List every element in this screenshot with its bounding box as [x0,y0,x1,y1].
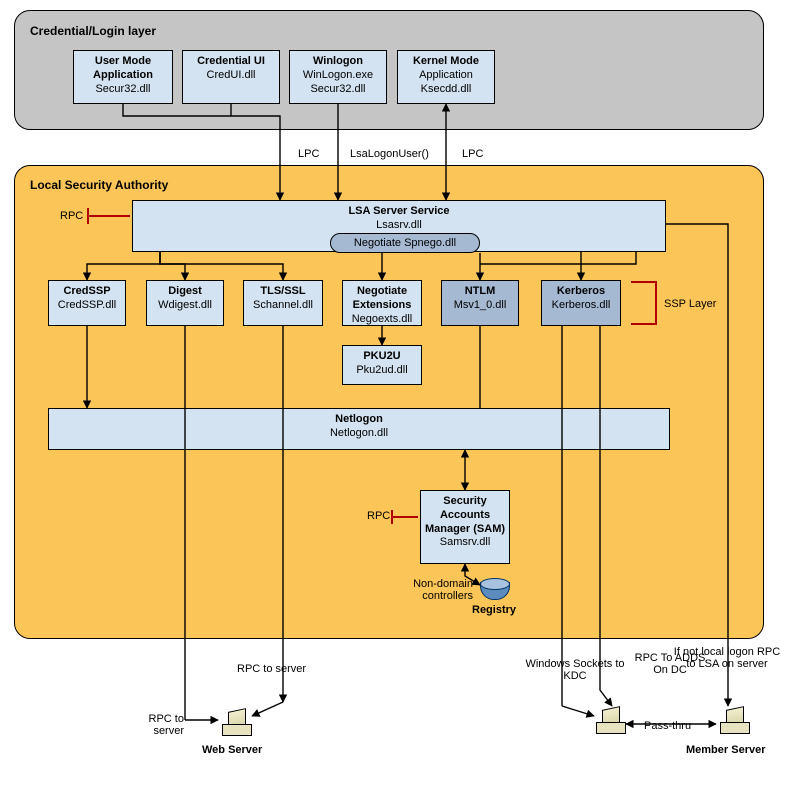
box-sub: Secur32.dll [292,83,384,97]
box-sub: CredUI.dll [185,69,277,83]
box-sub: Netlogon.dll [51,427,667,441]
box-sub: Schannel.dll [246,299,320,313]
pass-thru-text: Pass-thru [644,720,691,732]
label-rpc-sam: RPC [367,510,390,522]
box-negotiate-extensions: Negotiate Extensions Negoexts.dll [342,280,422,326]
label-member-server: Member Server [686,744,766,756]
box-title: Credential UI [185,55,277,69]
label-ssp-layer: SSP Layer [664,298,716,310]
box-sub: Negoexts.dll [345,313,419,327]
label-rpc-to-server-left: RPC to server [124,713,184,737]
box-pku2u: PKU2U Pku2ud.dll [342,345,422,385]
label-lsa-logon-user: LsaLogonUser() [350,148,429,160]
label-web-server: Web Server [202,744,262,756]
box-title: User Mode Application [76,55,170,83]
box-title: Digest [149,285,221,299]
box-credential-ui: Credential UI CredUI.dll [182,50,280,104]
box-sub: Ksecdd.dll [400,83,492,97]
credential-layer-title: Credential/Login layer [30,24,156,38]
label-rpc-to-server-mid: RPC to server [237,663,306,675]
label-rpc-lsa: RPC [60,210,83,222]
box-netlogon: Netlogon Netlogon.dll [48,408,670,450]
box-title: Negotiate Extensions [345,285,419,313]
label-lpc-right: LPC [462,148,483,160]
label-lpc-left: LPC [298,148,319,160]
box-title: Winlogon [292,55,384,69]
member-server-icon [720,708,748,734]
label-pass-thru: Pass-thru [644,720,691,732]
box-sub: Secur32.dll [76,83,170,97]
box-title: CredSSP [51,285,123,299]
box-sub: Msv1_0.dll [444,299,516,313]
box-tlsssl: TLS/SSL Schannel.dll [243,280,323,326]
label-if-not-local-logon: If not local logon RPC to LSA on server [672,646,782,670]
box-title: NTLM [444,285,516,299]
box-digest: Digest Wdigest.dll [146,280,224,326]
box-winlogon: Winlogon WinLogon.exe Secur32.dll [289,50,387,104]
box-title: TLS/SSL [246,285,320,299]
dc-server-icon [596,708,624,734]
web-server-icon [222,710,250,736]
box-title: Security Accounts Manager (SAM) [423,495,507,536]
box-title: Kernel Mode [400,55,492,69]
box-title: PKU2U [345,350,419,364]
lsa-layer-title: Local Security Authority [30,178,168,192]
pill-text: Negotiate Spnego.dll [354,237,456,249]
box-kerberos: Kerberos Kerberos.dll [541,280,621,326]
pill-negotiate-spnego: Negotiate Spnego.dll [330,233,480,253]
box-sub: Application [400,69,492,83]
box-credssp: CredSSP CredSSP.dll [48,280,126,326]
label-non-domain-controllers: Non-domain controllers [383,578,473,602]
box-sub: Lsasrv.dll [135,219,663,233]
box-sub: Samsrv.dll [423,536,507,550]
box-kernel-mode: Kernel Mode Application Ksecdd.dll [397,50,495,104]
box-title: LSA Server Service [135,205,663,219]
label-windows-sockets-to-kdc: Windows Sockets to KDC [520,658,630,682]
box-sub: Pku2ud.dll [345,364,419,378]
box-title: Kerberos [544,285,618,299]
box-sam: Security Accounts Manager (SAM) Samsrv.d… [420,490,510,564]
box-sub: WinLogon.exe [292,69,384,83]
box-ntlm: NTLM Msv1_0.dll [441,280,519,326]
box-sub: Wdigest.dll [149,299,221,313]
box-sub: CredSSP.dll [51,299,123,313]
label-registry: Registry [472,604,516,616]
box-sub: Kerberos.dll [544,299,618,313]
box-title: Netlogon [51,413,667,427]
registry-disk-icon [480,578,508,600]
box-user-mode-application: User Mode Application Secur32.dll [73,50,173,104]
